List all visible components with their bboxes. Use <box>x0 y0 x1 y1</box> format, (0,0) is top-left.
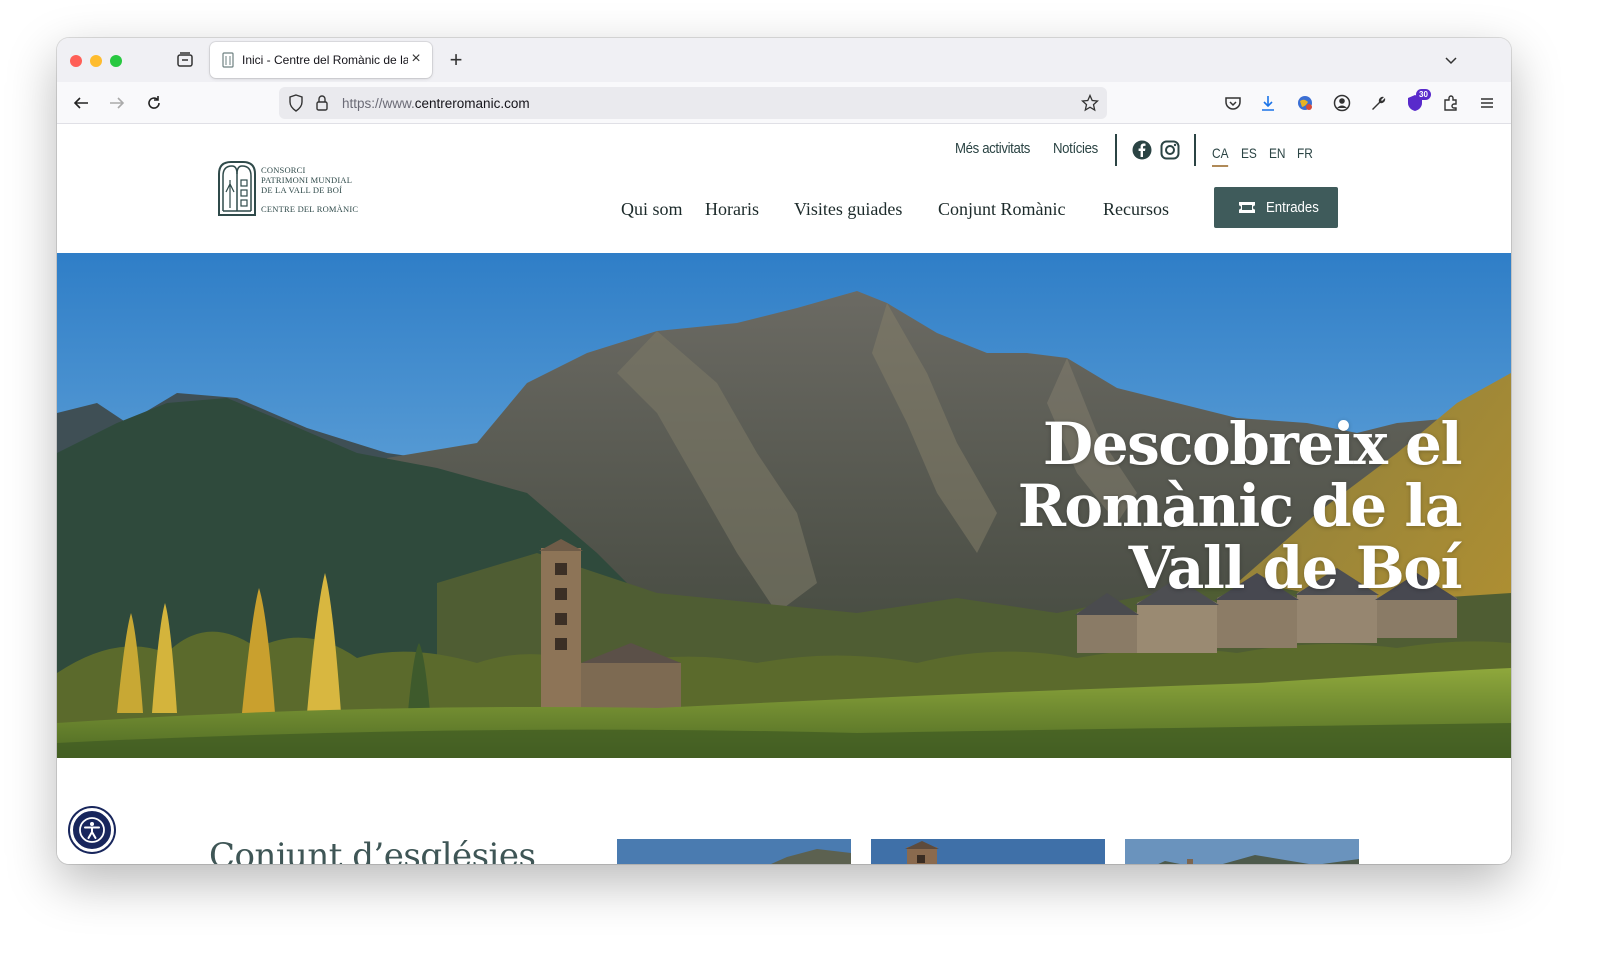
card-image-1 <box>617 839 851 864</box>
hero-title: Descobreix el Romànic de la Vall de Boí <box>1017 410 1463 602</box>
accessibility-icon <box>79 817 105 843</box>
tab-manager-icon[interactable] <box>175 50 195 70</box>
web-page: CONSORCI PATRIMONI MUNDIAL DE LA VALL DE… <box>57 124 1511 864</box>
navigation-toolbar: https://www.centreromanic.com 30 <box>57 82 1511 124</box>
nav-more-activities[interactable]: Més activitats <box>955 140 1030 157</box>
tab-title: Inici - Centre del Romànic de la Vall de… <box>242 53 408 67</box>
church-card-1[interactable] <box>617 839 851 864</box>
minimize-window-button[interactable] <box>90 55 102 67</box>
extension-shield-button[interactable]: 30 <box>1405 89 1431 113</box>
wrench-icon[interactable] <box>1368 93 1388 113</box>
pocket-icon[interactable] <box>1223 93 1243 113</box>
logo-wordmark: CONSORCI PATRIMONI MUNDIAL DE LA VALL DE… <box>261 165 358 214</box>
account-icon[interactable] <box>1332 93 1352 113</box>
lang-en[interactable]: EN <box>1269 145 1286 161</box>
nav-conjunt-romanic[interactable]: Conjunt Romànic <box>938 199 1066 220</box>
divider <box>1115 134 1117 166</box>
logo-arch-icon <box>218 161 256 216</box>
logo-line-4: CENTRE DEL ROMÀNIC <box>261 204 359 214</box>
section-title: Conjunt d’esglésies <box>209 836 536 864</box>
reload-icon[interactable] <box>144 93 164 113</box>
bookmark-star-icon[interactable] <box>1081 94 1099 112</box>
close-tab-icon[interactable]: × <box>408 51 424 67</box>
zoom-window-button[interactable] <box>110 55 122 67</box>
back-arrow-icon[interactable] <box>71 93 91 113</box>
card-image-2 <box>871 839 1105 864</box>
extension-badge: 30 <box>1416 89 1431 100</box>
browser-window: Inici - Centre del Romànic de la Vall de… <box>57 38 1511 864</box>
extensions-puzzle-icon[interactable] <box>1441 93 1461 113</box>
menu-hamburger-icon[interactable] <box>1477 93 1497 113</box>
extension-globe-icon[interactable] <box>1295 93 1315 113</box>
new-tab-button[interactable]: + <box>446 49 466 71</box>
url-scheme: https://www. <box>342 96 415 111</box>
card-image-3 <box>1125 839 1359 864</box>
lang-fr[interactable]: FR <box>1297 145 1313 161</box>
lock-icon[interactable] <box>315 94 329 112</box>
facebook-icon[interactable] <box>1132 140 1152 160</box>
nav-news[interactable]: Notícies <box>1053 140 1098 157</box>
tickets-button[interactable]: Entrades <box>1214 187 1338 228</box>
accessibility-button[interactable] <box>70 808 114 852</box>
site-logo[interactable]: CONSORCI PATRIMONI MUNDIAL DE LA VALL DE… <box>217 160 377 220</box>
tab-active[interactable]: Inici - Centre del Romànic de la Vall de… <box>210 42 432 78</box>
url-host: centreromanic.com <box>414 96 530 111</box>
logo-line-1: CONSORCI <box>261 165 306 175</box>
forward-arrow-icon[interactable] <box>107 93 127 113</box>
tracking-shield-icon[interactable] <box>288 94 304 112</box>
site-favicon-icon <box>222 52 234 68</box>
church-card-2[interactable] <box>871 839 1105 864</box>
nav-recursos[interactable]: Recursos <box>1103 199 1169 220</box>
url-text[interactable]: https://www.centreromanic.com <box>342 96 530 111</box>
logo-line-2: PATRIMONI MUNDIAL <box>261 175 353 185</box>
screen: Inici - Centre del Romànic de la Vall de… <box>0 0 1600 958</box>
divider <box>1194 134 1196 166</box>
address-bar[interactable]: https://www.centreromanic.com <box>279 87 1107 119</box>
logo-line-3: DE LA VALL DE BOÍ <box>261 185 343 195</box>
site-header: CONSORCI PATRIMONI MUNDIAL DE LA VALL DE… <box>57 124 1511 253</box>
hero-banner: Descobreix el Romànic de la Vall de Boí <box>57 253 1511 758</box>
instagram-icon[interactable] <box>1160 140 1180 160</box>
close-window-button[interactable] <box>70 55 82 67</box>
nav-horaris[interactable]: Horaris <box>705 199 759 220</box>
lang-ca[interactable]: CA <box>1212 145 1229 167</box>
ticket-icon <box>1239 202 1255 213</box>
list-all-tabs-icon[interactable] <box>1443 52 1459 68</box>
tab-strip: Inici - Centre del Romànic de la Vall de… <box>57 38 1511 82</box>
tickets-label: Entrades <box>1266 199 1319 216</box>
church-card-3[interactable] <box>1125 839 1359 864</box>
lang-es[interactable]: ES <box>1241 145 1257 161</box>
nav-qui-som[interactable]: Qui som <box>621 199 683 220</box>
downloads-icon[interactable] <box>1258 93 1278 113</box>
nav-visites-guiades[interactable]: Visites guiades <box>794 199 902 220</box>
